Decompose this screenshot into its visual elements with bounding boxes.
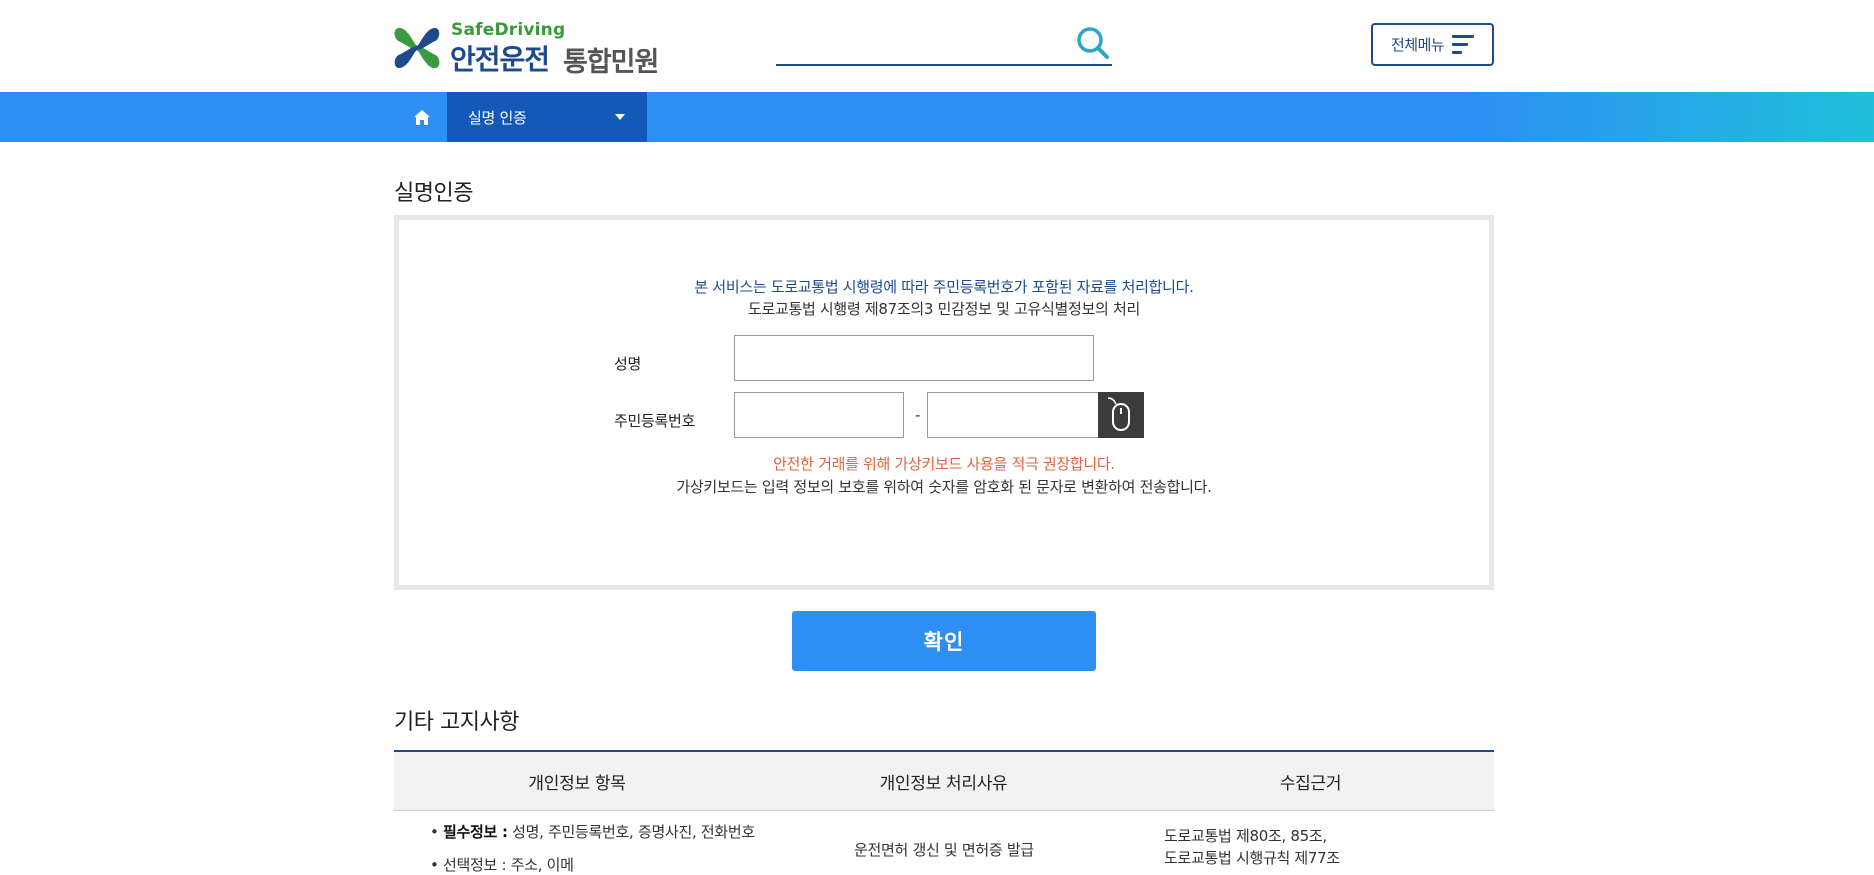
logo-english-text: SafeDriving	[451, 20, 566, 40]
page-title: 실명인증	[394, 181, 473, 206]
search-icon	[1077, 27, 1109, 59]
logo-clover-icon	[394, 28, 440, 68]
optional-info-partial: 선택정보 : 주소, 이메	[443, 856, 574, 874]
legal-basis-line1: 도로교통법 제80조, 85조,	[1164, 827, 1327, 845]
logo-primary-text: 안전운전	[450, 43, 550, 76]
virtual-keyboard-note: 가상키보드는 입력 정보의 보호를 위하여 숫자를 암호화 된 문자로 변환하여…	[676, 478, 1212, 496]
logo-secondary-text: 통합민원	[563, 47, 659, 78]
nav-current-dropdown[interactable]: 실명 인증	[447, 92, 647, 142]
confirm-button[interactable]: 확인	[792, 611, 1096, 671]
rrn-separator: -	[915, 406, 921, 424]
legal-basis-line2: 도로교통법 시행규칙 제77조	[1164, 849, 1340, 867]
identity-verification-box: 본 서비스는 도로교통법 시행령에 따라 주민등록번호가 포함된 자료를 처리합…	[394, 215, 1494, 590]
search-bar	[776, 22, 1112, 66]
nav-current-label: 실명 인증	[468, 108, 527, 127]
all-menu-label: 전체메뉴	[1391, 36, 1445, 54]
processing-purpose-cell: 운전면허 갱신 및 면허증 발급	[854, 841, 1034, 859]
required-info-items: 성명, 주민등록번호, 증명사진, 전화번호	[512, 823, 755, 841]
rrn-front-field[interactable]	[734, 392, 904, 438]
column-header: 개인정보 처리사유	[879, 773, 1008, 794]
table-header-row: 개인정보 항목 개인정보 처리사유 수집근거	[394, 752, 1494, 811]
legal-notice-line1: 본 서비스는 도로교통법 시행령에 따라 주민등록번호가 포함된 자료를 처리합…	[694, 278, 1194, 296]
rrn-label: 주민등록번호	[614, 412, 696, 430]
legal-notice-line2: 도로교통법 시행령 제87조의3 민감정보 및 고유식별정보의 처리	[747, 300, 1141, 318]
hamburger-icon	[1452, 35, 1474, 55]
home-icon	[414, 109, 430, 125]
privacy-info-table: 개인정보 항목 개인정보 처리사유 수집근거 • 필수정보 : 성명, 주민등록…	[394, 750, 1494, 874]
location-nav-bar: 실명 인증	[0, 92, 1874, 142]
name-field[interactable]	[734, 335, 1094, 381]
other-notice-title: 기타 고지사항	[394, 710, 519, 735]
column-header: 수집근거	[1279, 773, 1342, 794]
name-label: 성명	[614, 355, 642, 373]
mouse-icon	[1107, 397, 1130, 431]
required-info-label: 필수정보 :	[443, 823, 508, 841]
site-header: SafeDriving 안전운전 통합민원 전체메뉴	[0, 0, 1874, 92]
nav-home-button[interactable]	[397, 92, 447, 142]
search-input[interactable]	[776, 22, 1066, 62]
column-header: 개인정보 항목	[528, 773, 626, 794]
site-logo[interactable]: SafeDriving 안전운전 통합민원	[393, 20, 683, 78]
virtual-keyboard-button[interactable]	[1098, 392, 1144, 438]
rrn-back-field[interactable]	[927, 392, 1099, 438]
personal-info-items-cell: • 필수정보 : 성명, 주민등록번호, 증명사진, 전화번호 • 선택정보 :…	[430, 823, 755, 874]
virtual-keyboard-warning: 안전한 거래를 위해 가상키보드 사용을 적극 권장합니다.	[773, 455, 1115, 473]
caret-down-icon	[615, 114, 625, 120]
legal-basis-cell: 도로교통법 제80조, 85조, 도로교통법 시행규칙 제77조	[1164, 825, 1340, 869]
table-row: • 필수정보 : 성명, 주민등록번호, 증명사진, 전화번호 • 선택정보 :…	[394, 811, 1494, 874]
all-menu-button[interactable]: 전체메뉴	[1371, 23, 1494, 66]
search-button[interactable]	[1074, 24, 1112, 62]
